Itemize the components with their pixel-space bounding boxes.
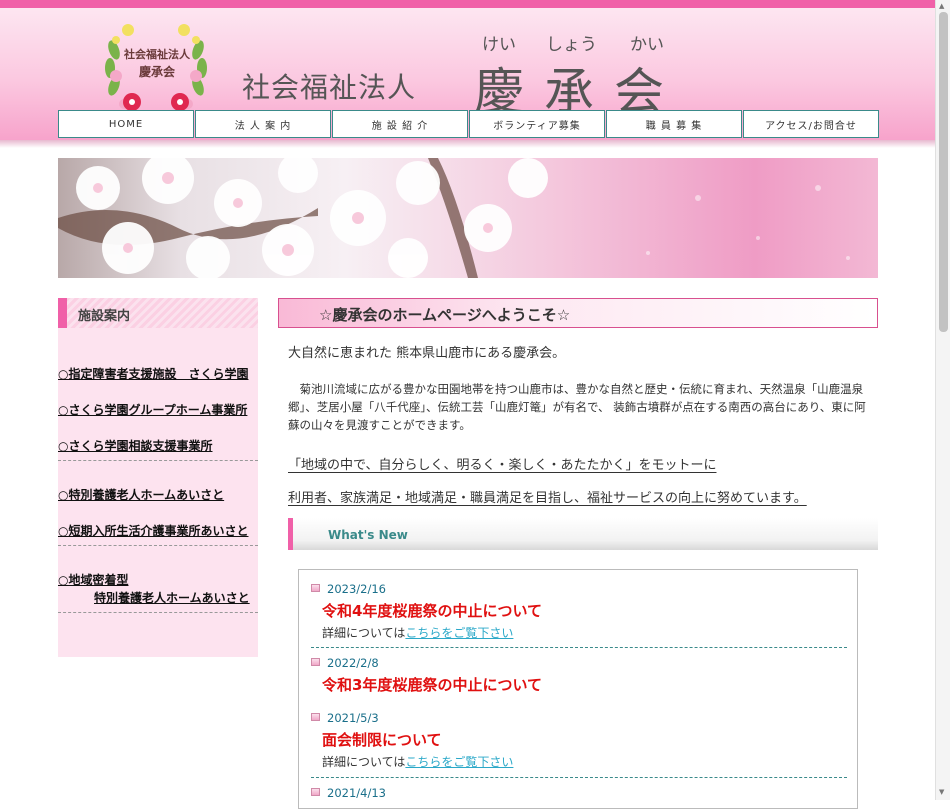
news-detail-prefix: 詳細については [322,755,406,769]
news-detail-prefix: 詳細については [322,626,406,640]
logo-line2: 慶承会 [138,65,175,79]
top-accent-bar [0,0,935,8]
description-text: 菊池川流域に広がる豊かな田園地帯を持つ山鹿市は、豊かな自然と歴史・伝統に育まれ、… [288,382,866,432]
news-detail: 詳細についてはこちらをご覧下さい [322,753,513,770]
news-detail: 詳細についてはこちらをご覧下さい [322,624,513,641]
news-detail-link[interactable]: こちらをご覧下さい [405,755,513,769]
nav-facilities[interactable]: 施 設 紹 介 [332,110,468,138]
whats-new-label: What's New [328,528,408,542]
nav-corporation-info[interactable]: 法 人 案 内 [195,110,331,138]
sidebar-item-consultation[interactable]: ○さくら学園相談支援事業所 [58,437,212,454]
news-item: 2021/4/13 [311,774,847,808]
welcome-heading: ☆慶承会のホームページへようこそ☆ [278,298,878,328]
news-title: 令和3年度桜鹿祭の中止について [322,676,542,694]
news-date: 2021/4/13 [327,786,386,800]
sakura-image [58,158,850,278]
nav-recruitment[interactable]: 職 員 募 集 [606,110,742,138]
sidebar-item-group-home[interactable]: ○さくら学園グループホーム事業所 [58,401,247,418]
sidebar-heading: 施設案内 [58,298,258,328]
news-item: 2023/2/16 令和4年度桜鹿祭の中止について 詳細についてはこちらをご覧下… [311,570,847,648]
scrollbar-thumb[interactable] [939,12,948,332]
news-title: 面会制限について [322,731,442,749]
scroll-down-arrow-icon[interactable]: ▼ [939,788,944,796]
news-bullet-icon [311,788,320,796]
logo-line1: 社会福祉法人 [124,48,190,61]
cherry-blossom-banner [58,158,878,278]
welcome-text: ☆慶承会のホームページへようこそ☆ [319,306,571,324]
news-date: 2022/2/8 [327,656,379,670]
nav-volunteer[interactable]: ボランティア募集 [469,110,605,138]
main-nav: HOME 法 人 案 内 施 設 紹 介 ボランティア募集 職 員 募 集 アク… [58,110,879,138]
scroll-up-arrow-icon[interactable]: ▲ [939,2,944,10]
motto-line1: 「地域の中で、自分らしく、明るく・楽しく・あたたかく」をモットーに [288,458,717,473]
sidebar-item-community-nursing-home-line2[interactable]: 特別養護老人ホームあいさと [94,589,250,606]
motto-line2: 利用者、家族満足・地域満足・職員満足を目指し、福祉サービスの向上に努めています。 [288,491,807,506]
news-date: 2021/5/3 [327,711,379,725]
news-list: 2023/2/16 令和4年度桜鹿祭の中止について 詳細についてはこちらをご覧下… [298,569,858,809]
intro-text: 大自然に恵まれた 熊本県山鹿市にある慶承会。 [288,346,566,361]
whats-new-heading: What's New [288,518,878,550]
nav-home[interactable]: HOME [58,110,194,138]
sidebar-divider [58,545,258,546]
sidebar-item-sakura-gakuen[interactable]: ○指定障害者支援施設 さくら学園 [58,365,248,382]
sidebar-item-aisato-nursing-home[interactable]: ○特別養護老人ホームあいさと [58,486,224,503]
page-scrollbar[interactable]: ▲ ▼ [935,0,950,800]
news-item: 2022/2/8 令和3年度桜鹿祭の中止について [311,644,847,704]
news-detail-link[interactable]: こちらをご覧下さい [405,626,513,640]
sidebar-item-aisato-short-stay[interactable]: ○短期入所生活介護事業所あいさと [58,522,248,539]
news-title: 令和4年度桜鹿祭の中止について [322,602,542,620]
nav-access-contact[interactable]: アクセス/お問合せ [743,110,879,138]
org-type-label: 社会福祉法人 [242,71,417,104]
facility-sidebar: 施設案内 ○指定障害者支援施設 さくら学園 ○さくら学園グループホーム事業所 ○… [58,298,258,657]
header-shadow [0,140,935,148]
news-date: 2023/2/16 [327,582,386,596]
news-bullet-icon [311,713,320,721]
news-bullet-icon [311,584,320,592]
news-bullet-icon [311,658,320,666]
sidebar-divider [58,460,258,461]
news-item: 2021/5/3 面会制限について 詳細についてはこちらをご覧下さい [311,699,847,778]
sidebar-heading-label: 施設案内 [78,309,131,324]
sidebar-divider [58,612,258,613]
sidebar-item-community-nursing-home[interactable]: ○地域密着型 [58,571,128,588]
